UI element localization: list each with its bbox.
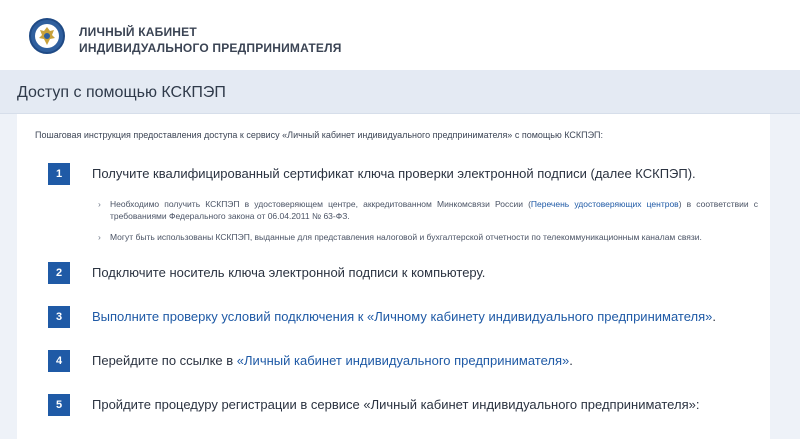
step-5-text: Пройдите процедуру регистрации в сервисе…: [92, 397, 700, 412]
step-1-bullet-2: › Могут быть использованы КСКПЭП, выданн…: [98, 231, 758, 243]
site-header: ЛИЧНЫЙ КАБИНЕТ ИНДИВИДУАЛЬНОГО ПРЕДПРИНИ…: [0, 0, 800, 70]
intro-text: Пошаговая инструкция предоставления дост…: [35, 130, 604, 140]
chevron-right-icon: ›: [98, 232, 101, 242]
page-title: Доступ с помощью КСКПЭП: [17, 84, 226, 101]
bullet-text-part: Необходимо получить КСКПЭП в удостоверяю…: [110, 199, 531, 209]
brand-title[interactable]: ЛИЧНЫЙ КАБИНЕТ ИНДИВИДУАЛЬНОГО ПРЕДПРИНИ…: [79, 24, 342, 56]
certification-centers-link[interactable]: Перечень удостоверяющих центров: [531, 199, 679, 209]
step-2-text: Подключите носитель ключа электронной по…: [92, 265, 486, 280]
step-number-badge: 1: [48, 163, 70, 185]
cabinet-link[interactable]: «Личный кабинет индивидуального предприн…: [237, 353, 569, 368]
step-1-bullet-1: › Необходимо получить КСКПЭП в удостовер…: [98, 198, 758, 222]
check-connection-link[interactable]: Выполните проверку условий подключения к…: [92, 309, 712, 324]
fns-emblem-icon[interactable]: [29, 18, 65, 54]
brand-line-1: ЛИЧНЫЙ КАБИНЕТ: [79, 25, 197, 39]
step-1-text: Получите квалифицированный сертификат кл…: [92, 166, 696, 181]
step-number-badge: 3: [48, 306, 70, 328]
brand-line-2: ИНДИВИДУАЛЬНОГО ПРЕДПРИНИМАТЕЛЯ: [79, 41, 342, 55]
step-number-badge: 5: [48, 394, 70, 416]
step-4-text: Перейдите по ссылке в «Личный кабинет ин…: [92, 353, 573, 368]
step-text-part: .: [569, 353, 573, 368]
step-number-badge: 2: [48, 262, 70, 284]
bullet-text: Необходимо получить КСКПЭП в удостоверяю…: [98, 198, 758, 222]
step-text-part: Перейдите по ссылке в: [92, 353, 237, 368]
chevron-right-icon: ›: [98, 199, 101, 209]
step-3-text: Выполните проверку условий подключения к…: [92, 309, 716, 324]
bullet-text: Могут быть использованы КСКПЭП, выданные…: [110, 232, 702, 242]
step-text-part: .: [712, 309, 716, 324]
step-number-badge: 4: [48, 350, 70, 372]
